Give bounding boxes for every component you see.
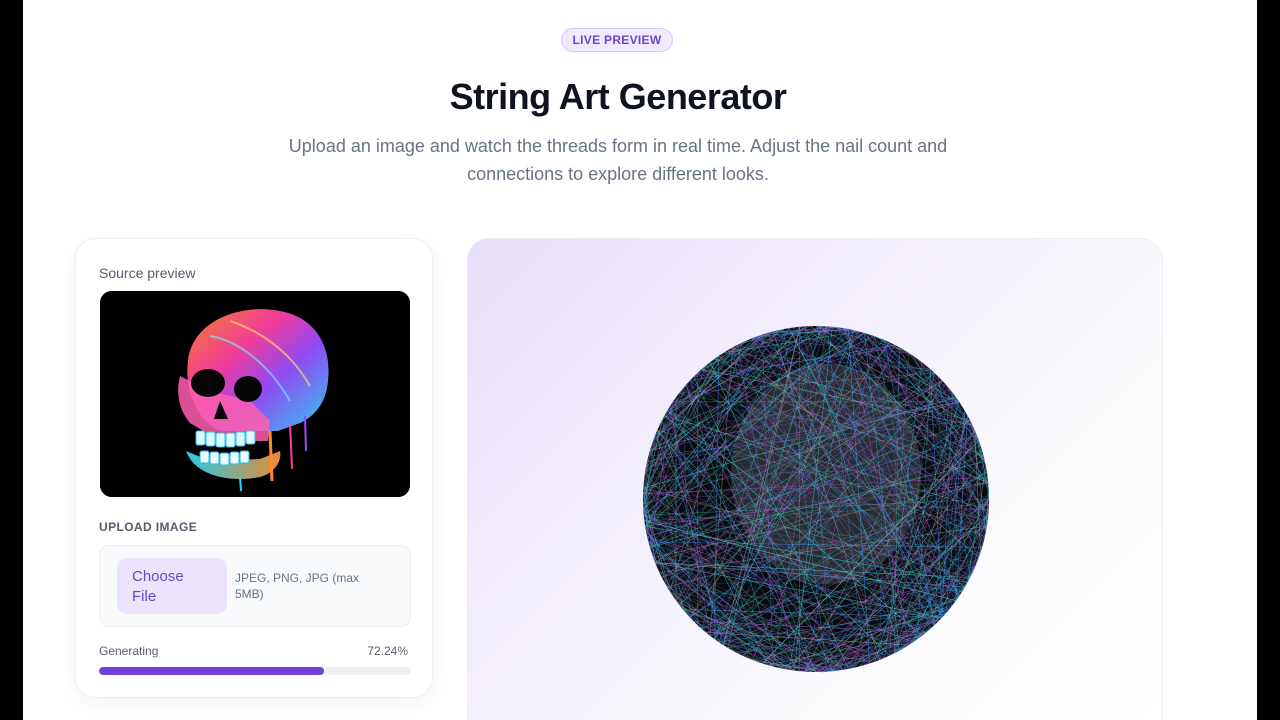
progress-bar (99, 667, 411, 675)
source-preview-label: Source preview (99, 265, 196, 281)
progress-bar-fill (99, 667, 325, 675)
skull-artwork-image (100, 291, 410, 497)
choose-file-button[interactable]: Choose File (117, 558, 227, 614)
live-preview-badge: LIVE PREVIEW (561, 28, 673, 52)
page: LIVE PREVIEW String Art Generator Upload… (23, 0, 1257, 720)
string-art-canvas (642, 325, 990, 673)
upload-format-hint: JPEG, PNG, JPG (max 5MB) (235, 571, 360, 601)
source-preview-image (100, 291, 410, 497)
page-subtitle: Upload an image and watch the threads fo… (288, 136, 948, 184)
controls-card: Source preview UPLOAD IMAGE Choose File … (75, 238, 433, 698)
string-art-panel (467, 238, 1163, 720)
upload-dropzone[interactable]: Choose File JPEG, PNG, JPG (max 5MB) (99, 545, 411, 627)
upload-image-label: UPLOAD IMAGE (99, 520, 198, 534)
progress-label: Generating (99, 644, 159, 658)
progress-percentage: 72.24% (367, 644, 408, 658)
page-title: String Art Generator (449, 76, 787, 117)
